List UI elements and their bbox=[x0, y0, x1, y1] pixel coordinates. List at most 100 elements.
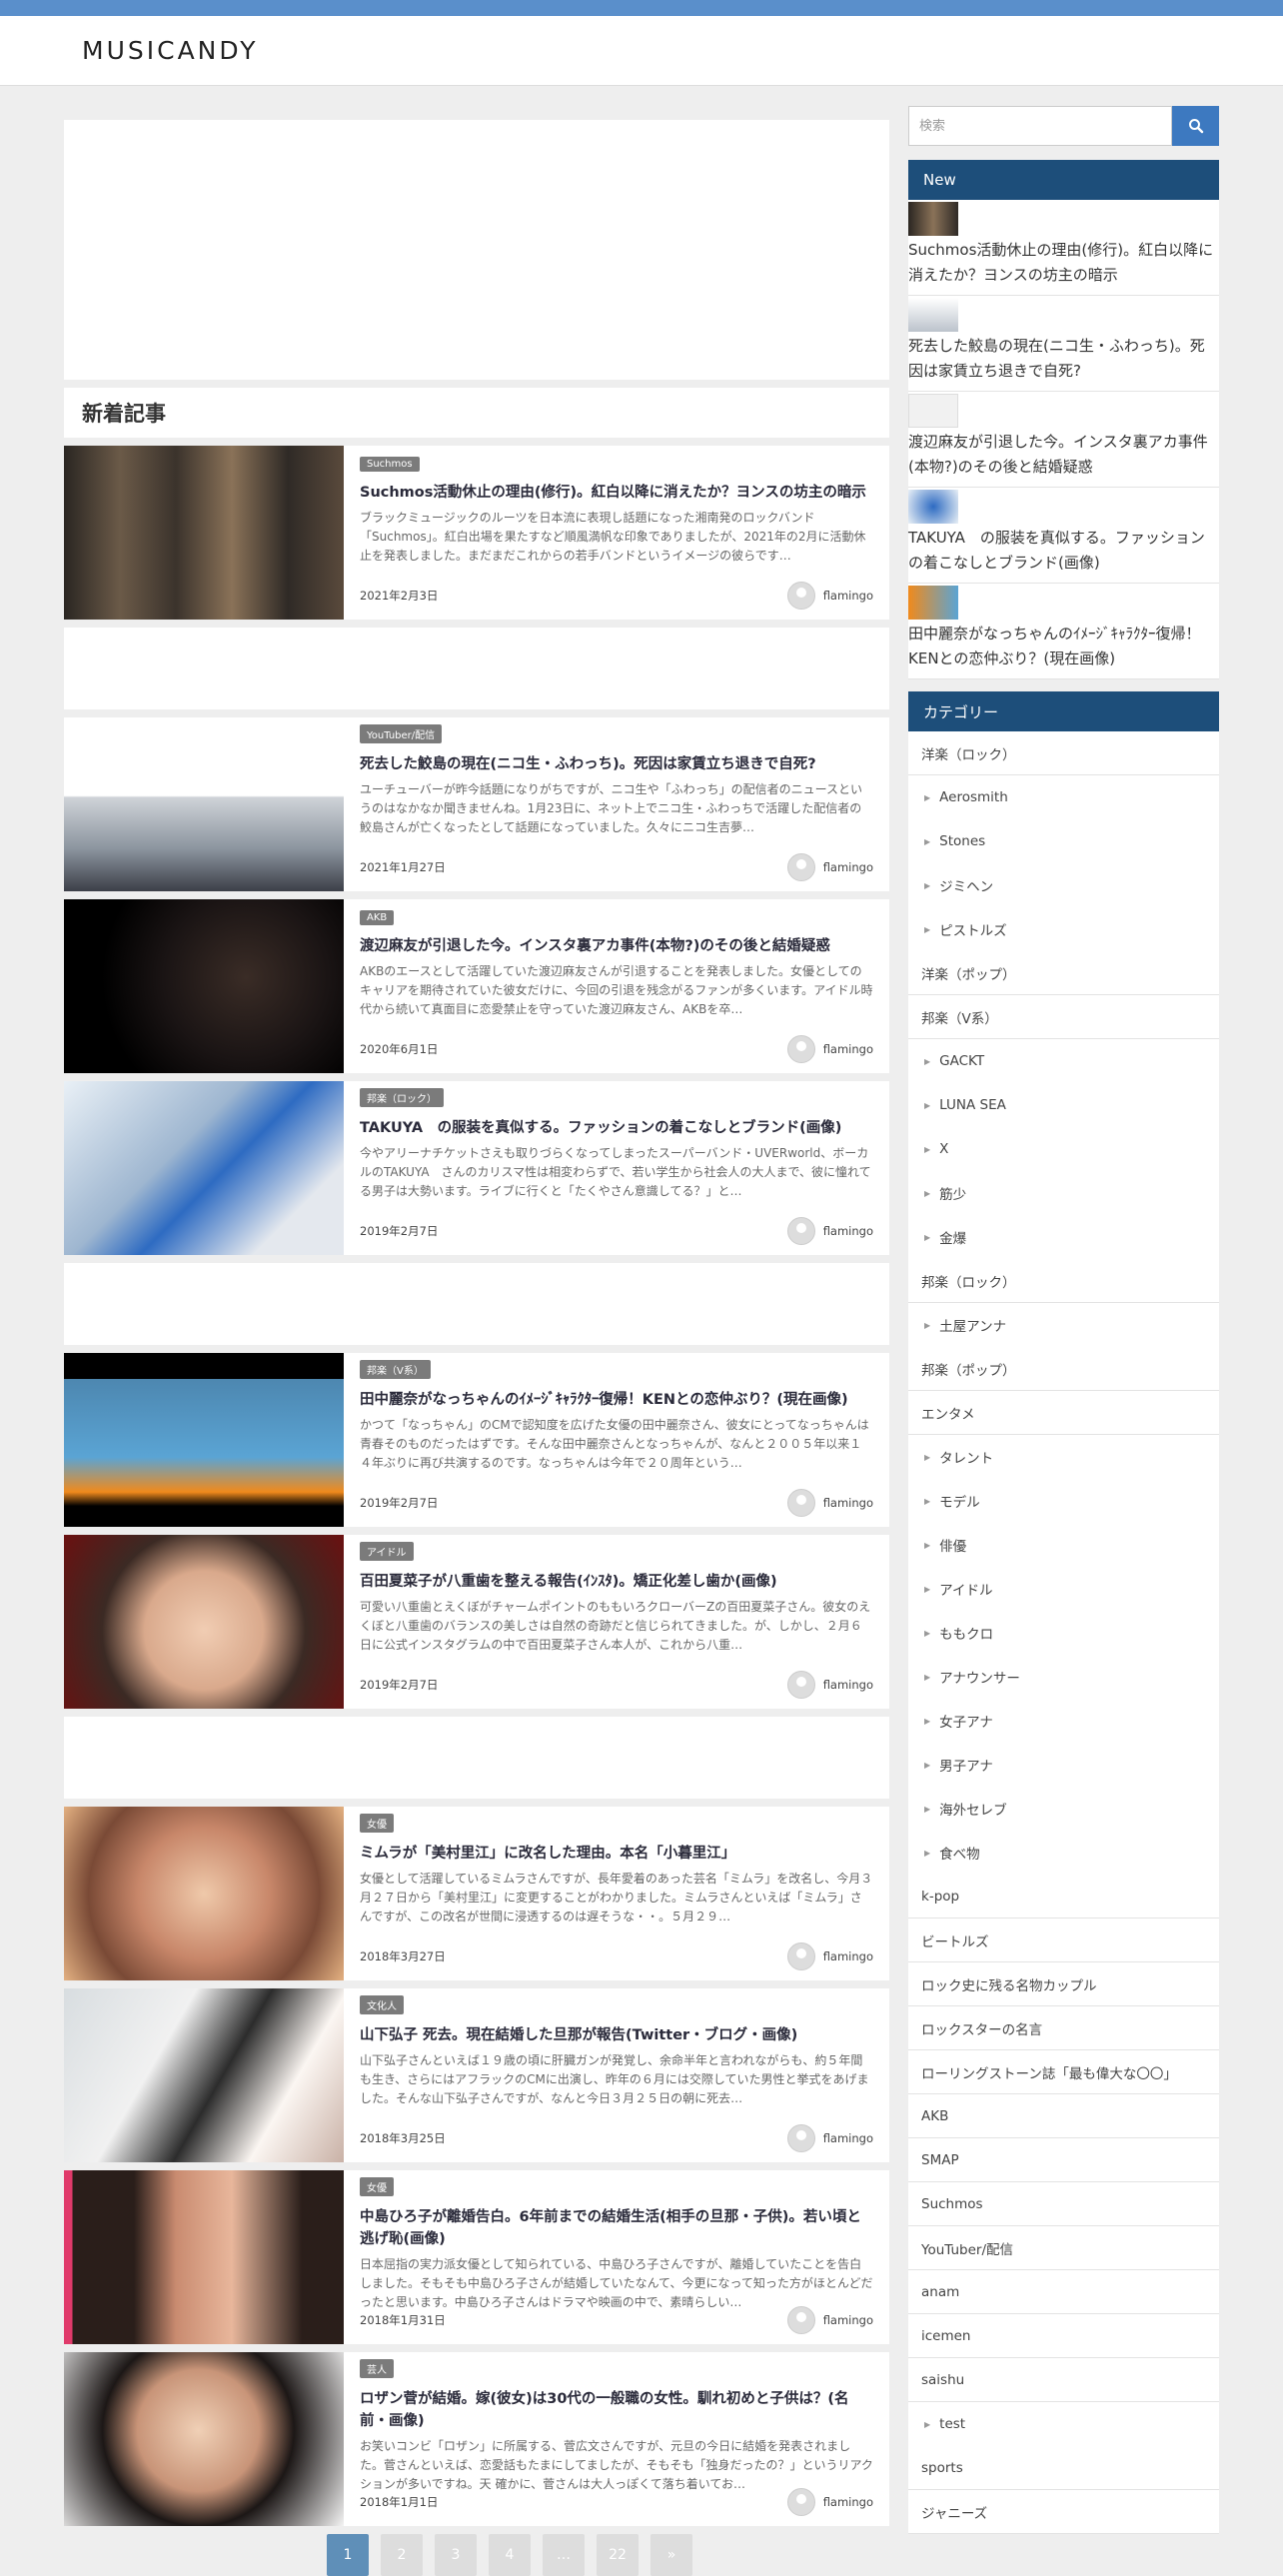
category-item[interactable]: ▶ 筋少 bbox=[908, 1171, 1219, 1215]
category-tag[interactable]: Suchmos bbox=[360, 457, 420, 472]
category-item[interactable]: ▶ 海外セレブ bbox=[908, 1787, 1219, 1831]
category-item[interactable]: sports bbox=[908, 2446, 1219, 2490]
article-thumbnail[interactable] bbox=[64, 2352, 344, 2526]
article-title[interactable]: TAKUYA の服装を真似する。ファッションの着こなしとブランド(画像) bbox=[360, 1117, 873, 1139]
article-thumbnail[interactable] bbox=[64, 1081, 344, 1255]
article-title[interactable]: ミムラが「美村里江」に改名した理由。本名「小暮里江」 bbox=[360, 1843, 873, 1865]
category-item[interactable]: ロック史に残る名物カップル bbox=[908, 1962, 1219, 2006]
author[interactable]: flamingo bbox=[786, 1942, 873, 1970]
category-item[interactable]: ▶ アナウンサー bbox=[908, 1655, 1219, 1699]
category-item[interactable]: icemen bbox=[908, 2314, 1219, 2358]
article-card[interactable]: YouTuber/配信 死去した鮫島の現在(ニコ生・ふわっち)。死因は家賃立ち退… bbox=[64, 717, 889, 891]
author[interactable]: flamingo bbox=[786, 1035, 873, 1063]
category-item[interactable]: 洋楽（ポップ） bbox=[908, 951, 1219, 995]
category-tag[interactable]: 芸人 bbox=[360, 2359, 394, 2378]
category-item[interactable]: 邦楽（ポップ） bbox=[908, 1347, 1219, 1391]
article-title[interactable]: 中島ひろ子が離婚告白。6年前までの結婚生活(相手の旦那・子供)。若い頃と逃げ恥(… bbox=[360, 2206, 873, 2250]
article-card[interactable]: AKB 渡辺麻友が引退した今。インスタ裏アカ事件(本物?)のその後と結婚疑惑 A… bbox=[64, 899, 889, 1073]
category-item[interactable]: ▶ モデル bbox=[908, 1479, 1219, 1523]
site-logo[interactable]: MUSICANDY bbox=[82, 36, 259, 65]
article-title[interactable]: 百田夏菜子が八重歯を整える報告(ｲﾝｽﾀ)。矯正化差し歯か(画像) bbox=[360, 1571, 873, 1593]
article-title[interactable]: Suchmos活動休止の理由(修行)。紅白以降に消えたか？ヨンスの坊主の暗示 bbox=[360, 482, 873, 504]
article-title[interactable]: 死去した鮫島の現在(ニコ生・ふわっち)。死因は家賃立ち退きで自死? bbox=[360, 753, 873, 775]
search-button[interactable] bbox=[1172, 106, 1219, 146]
article-title[interactable]: 田中麗奈がなっちゃんのｲﾒｰｼﾞｷｬﾗｸﾀｰ復帰！KENとの恋仲ぶり？(現在画像… bbox=[360, 1389, 873, 1411]
category-item[interactable]: k-pop bbox=[908, 1875, 1219, 1919]
article-title[interactable]: 渡辺麻友が引退した今。インスタ裏アカ事件(本物?)のその後と結婚疑惑 bbox=[360, 935, 873, 957]
category-item[interactable]: ▶ Aerosmith bbox=[908, 775, 1219, 819]
category-item[interactable]: ▶ アイドル bbox=[908, 1567, 1219, 1611]
category-item[interactable]: ▶ 男子アナ bbox=[908, 1743, 1219, 1787]
author[interactable]: flamingo bbox=[786, 1671, 873, 1699]
category-item[interactable]: ▶ X bbox=[908, 1127, 1219, 1171]
category-tag[interactable]: YouTuber/配信 bbox=[360, 724, 443, 743]
author[interactable]: flamingo bbox=[786, 2124, 873, 2152]
page-link[interactable]: 4 bbox=[489, 2534, 531, 2576]
category-tag[interactable]: 女優 bbox=[360, 1814, 394, 1833]
category-item[interactable]: ビートルズ bbox=[908, 1919, 1219, 1962]
article-card[interactable]: 女優 中島ひろ子が離婚告白。6年前までの結婚生活(相手の旦那・子供)。若い頃と逃… bbox=[64, 2170, 889, 2344]
new-post-title[interactable]: TAKUYA の服装を真似する。ファッションの着こなしとブランド(画像) bbox=[908, 526, 1219, 576]
new-post-thumbnail[interactable] bbox=[908, 586, 958, 620]
article-thumbnail[interactable] bbox=[64, 1988, 344, 2162]
category-item[interactable]: ▶ LUNA SEA bbox=[908, 1083, 1219, 1127]
author[interactable]: flamingo bbox=[786, 582, 873, 610]
category-item[interactable]: ▶ 金爆 bbox=[908, 1215, 1219, 1259]
article-card[interactable]: 邦楽（ロック） TAKUYA の服装を真似する。ファッションの着こなしとブランド… bbox=[64, 1081, 889, 1255]
category-item[interactable]: anam bbox=[908, 2270, 1219, 2314]
category-item[interactable]: ローリングストーン誌「最も偉大な〇〇」 bbox=[908, 2050, 1219, 2094]
author[interactable]: flamingo bbox=[786, 2488, 873, 2516]
new-post-item[interactable]: 渡辺麻友が引退した今。インスタ裏アカ事件(本物?)のその後と結婚疑惑 bbox=[908, 392, 1219, 488]
category-item[interactable]: ▶ GACKT bbox=[908, 1039, 1219, 1083]
page-link[interactable]: » bbox=[650, 2534, 692, 2576]
article-thumbnail[interactable] bbox=[64, 446, 344, 620]
search-input[interactable] bbox=[908, 106, 1172, 146]
category-item[interactable]: 邦楽（ロック） bbox=[908, 1259, 1219, 1303]
author[interactable]: flamingo bbox=[786, 853, 873, 881]
article-thumbnail[interactable] bbox=[64, 1807, 344, 1980]
new-post-thumbnail[interactable] bbox=[908, 490, 958, 524]
category-item[interactable]: Suchmos bbox=[908, 2182, 1219, 2226]
article-card[interactable]: 文化人 山下弘子 死去。現在結婚した旦那が報告(Twitter・ブログ・画像) … bbox=[64, 1988, 889, 2162]
new-post-title[interactable]: 渡辺麻友が引退した今。インスタ裏アカ事件(本物?)のその後と結婚疑惑 bbox=[908, 430, 1219, 480]
page-link[interactable]: 2 bbox=[381, 2534, 423, 2576]
category-tag[interactable]: 文化人 bbox=[360, 1995, 404, 2014]
new-post-item[interactable]: TAKUYA の服装を真似する。ファッションの着こなしとブランド(画像) bbox=[908, 488, 1219, 584]
article-title[interactable]: ロザン菅が結婚。嫁(彼女)は30代の一般職の女性。馴れ初めと子供は？(名前・画像… bbox=[360, 2388, 873, 2432]
article-card[interactable]: 芸人 ロザン菅が結婚。嫁(彼女)は30代の一般職の女性。馴れ初めと子供は？(名前… bbox=[64, 2352, 889, 2526]
category-item[interactable]: ▶ test bbox=[908, 2402, 1219, 2446]
page-link[interactable]: … bbox=[543, 2534, 585, 2576]
category-item[interactable]: ▶ ジミヘン bbox=[908, 863, 1219, 907]
article-thumbnail[interactable] bbox=[64, 1353, 344, 1527]
article-card[interactable]: Suchmos Suchmos活動休止の理由(修行)。紅白以降に消えたか？ヨンス… bbox=[64, 446, 889, 620]
category-item[interactable]: YouTuber/配信 bbox=[908, 2226, 1219, 2270]
new-post-item[interactable]: Suchmos活動休止の理由(修行)。紅白以降に消えたか？ヨンスの坊主の暗示 bbox=[908, 200, 1219, 296]
article-card[interactable]: 邦楽（V系） 田中麗奈がなっちゃんのｲﾒｰｼﾞｷｬﾗｸﾀｰ復帰！KENとの恋仲ぶ… bbox=[64, 1353, 889, 1527]
category-item[interactable]: SMAP bbox=[908, 2138, 1219, 2182]
category-item[interactable]: saishu bbox=[908, 2358, 1219, 2402]
new-post-thumbnail[interactable] bbox=[908, 202, 958, 236]
category-tag[interactable]: AKB bbox=[360, 910, 395, 925]
category-tag[interactable]: 邦楽（V系） bbox=[360, 1360, 431, 1379]
new-post-item[interactable]: 田中麗奈がなっちゃんのｲﾒｰｼﾞｷｬﾗｸﾀｰ復帰！KENとの恋仲ぶり？(現在画像… bbox=[908, 584, 1219, 679]
new-post-title[interactable]: 田中麗奈がなっちゃんのｲﾒｰｼﾞｷｬﾗｸﾀｰ復帰！KENとの恋仲ぶり？(現在画像… bbox=[908, 622, 1219, 671]
article-card[interactable]: アイドル 百田夏菜子が八重歯を整える報告(ｲﾝｽﾀ)。矯正化差し歯か(画像) 可… bbox=[64, 1535, 889, 1709]
article-thumbnail[interactable] bbox=[64, 899, 344, 1073]
category-item[interactable]: ジャニーズ bbox=[908, 2490, 1219, 2534]
category-item[interactable]: ▶ ももクロ bbox=[908, 1611, 1219, 1655]
category-item[interactable]: ▶ ピストルズ bbox=[908, 907, 1219, 951]
category-item[interactable]: ▶ 土屋アンナ bbox=[908, 1303, 1219, 1347]
author[interactable]: flamingo bbox=[786, 1489, 873, 1517]
page-link[interactable]: 3 bbox=[435, 2534, 477, 2576]
new-post-item[interactable]: 死去した鮫島の現在(ニコ生・ふわっち)。死因は家賃立ち退きで自死? bbox=[908, 296, 1219, 392]
new-post-thumbnail[interactable] bbox=[908, 394, 958, 428]
author[interactable]: flamingo bbox=[786, 2306, 873, 2334]
article-card[interactable]: 女優 ミムラが「美村里江」に改名した理由。本名「小暮里江」 女優として活躍してい… bbox=[64, 1807, 889, 1980]
category-tag[interactable]: 女優 bbox=[360, 2177, 394, 2196]
new-post-thumbnail[interactable] bbox=[908, 298, 958, 332]
new-post-title[interactable]: Suchmos活動休止の理由(修行)。紅白以降に消えたか？ヨンスの坊主の暗示 bbox=[908, 238, 1219, 288]
category-item[interactable]: エンタメ bbox=[908, 1391, 1219, 1435]
category-item[interactable]: AKB bbox=[908, 2094, 1219, 2138]
author[interactable]: flamingo bbox=[786, 1217, 873, 1245]
page-link[interactable]: 1 bbox=[327, 2534, 369, 2576]
